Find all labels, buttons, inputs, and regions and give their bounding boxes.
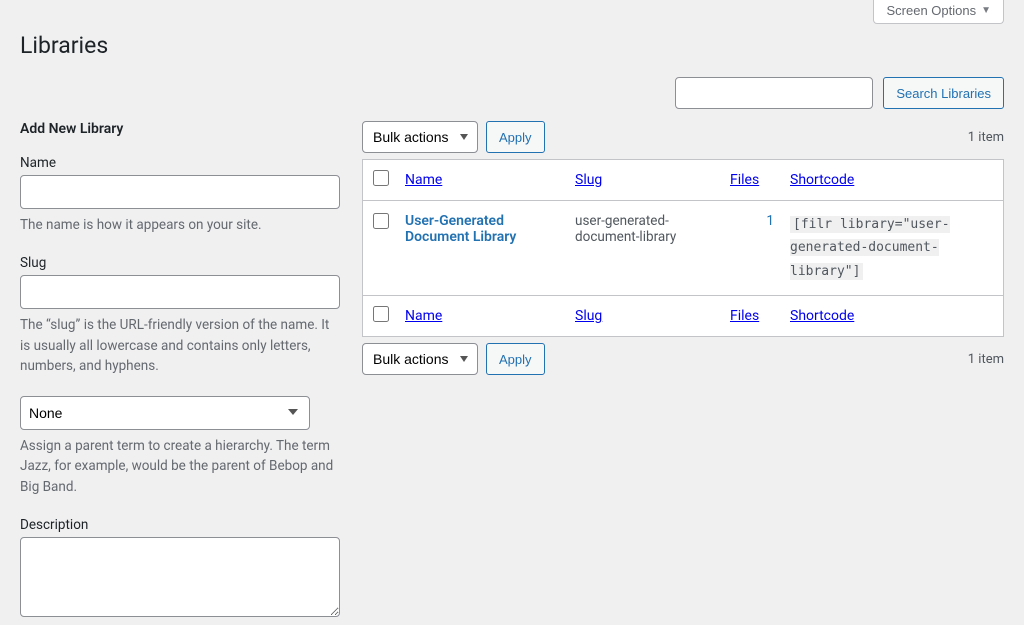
row-slug: user-generated-document-library <box>567 201 722 296</box>
description-label: Description <box>20 517 340 533</box>
name-label: Name <box>20 155 340 171</box>
slug-label: Slug <box>20 255 340 271</box>
column-footer-files[interactable]: Files <box>730 308 759 324</box>
column-header-shortcode[interactable]: Shortcode <box>790 172 854 188</box>
column-header-name[interactable]: Name <box>405 172 442 188</box>
screen-options-button[interactable]: Screen Options ▼ <box>873 0 1004 24</box>
column-header-slug[interactable]: Slug <box>575 172 602 188</box>
apply-button-top[interactable]: Apply <box>486 121 545 153</box>
row-shortcode: [filr library="user-generated-document-l… <box>790 216 950 280</box>
column-footer-shortcode[interactable]: Shortcode <box>790 308 854 324</box>
search-input[interactable] <box>675 77 873 109</box>
item-count-top: 1 item <box>968 130 1004 145</box>
item-count-bottom: 1 item <box>968 352 1004 367</box>
column-footer-name[interactable]: Name <box>405 308 442 324</box>
column-header-files[interactable]: Files <box>730 172 759 188</box>
search-libraries-button[interactable]: Search Libraries <box>883 77 1004 109</box>
parent-select[interactable]: None <box>20 396 310 430</box>
screen-options-label: Screen Options <box>886 3 976 18</box>
apply-button-bottom[interactable]: Apply <box>486 343 545 375</box>
column-footer-slug[interactable]: Slug <box>575 308 602 324</box>
libraries-table: Name Slug Files Shortcode User-Generated… <box>362 159 1004 337</box>
select-all-top-checkbox[interactable] <box>373 170 389 186</box>
add-new-heading: Add New Library <box>20 121 340 137</box>
parent-help: Assign a parent term to create a hierarc… <box>20 436 340 497</box>
row-title-link[interactable]: User-Generated Document Library <box>405 213 516 245</box>
name-help: The name is how it appears on your site. <box>20 215 340 235</box>
chevron-down-icon: ▼ <box>981 5 991 16</box>
row-checkbox[interactable] <box>373 213 389 229</box>
row-files-link[interactable]: 1 <box>766 213 774 229</box>
bulk-actions-select-bottom[interactable]: Bulk actions <box>362 343 478 375</box>
description-input[interactable] <box>20 537 340 617</box>
slug-input[interactable] <box>20 275 340 309</box>
bulk-actions-select-top[interactable]: Bulk actions <box>362 121 478 153</box>
table-row: User-Generated Document Library user-gen… <box>363 201 1004 296</box>
select-all-bottom-checkbox[interactable] <box>373 306 389 322</box>
name-input[interactable] <box>20 175 340 209</box>
page-title: Libraries <box>20 32 1004 59</box>
slug-help: The “slug” is the URL-friendly version o… <box>20 315 340 376</box>
